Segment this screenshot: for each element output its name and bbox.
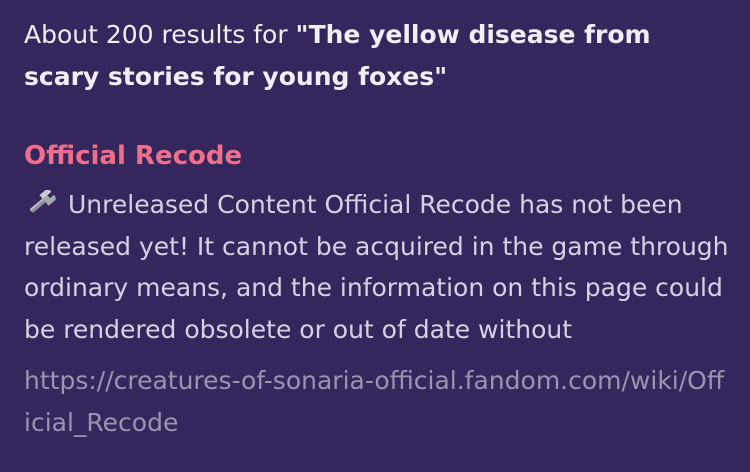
- wrench-icon: [24, 187, 58, 213]
- result-title-link[interactable]: Official Recode: [24, 136, 242, 176]
- result-snippet-text: Unreleased Content Official Recode has n…: [24, 190, 729, 344]
- result-snippet: Unreleased Content Official Recode has n…: [24, 184, 730, 350]
- results-count-text: About 200 results for: [24, 20, 296, 49]
- results-summary: About 200 results for "The yellow diseas…: [24, 14, 714, 98]
- search-results-page: About 200 results for "The yellow diseas…: [0, 0, 750, 472]
- result-url-link[interactable]: https://creatures-of-sonaria-official.fa…: [24, 360, 730, 443]
- search-result: Official Recode Unreleased Content Offic…: [24, 136, 730, 443]
